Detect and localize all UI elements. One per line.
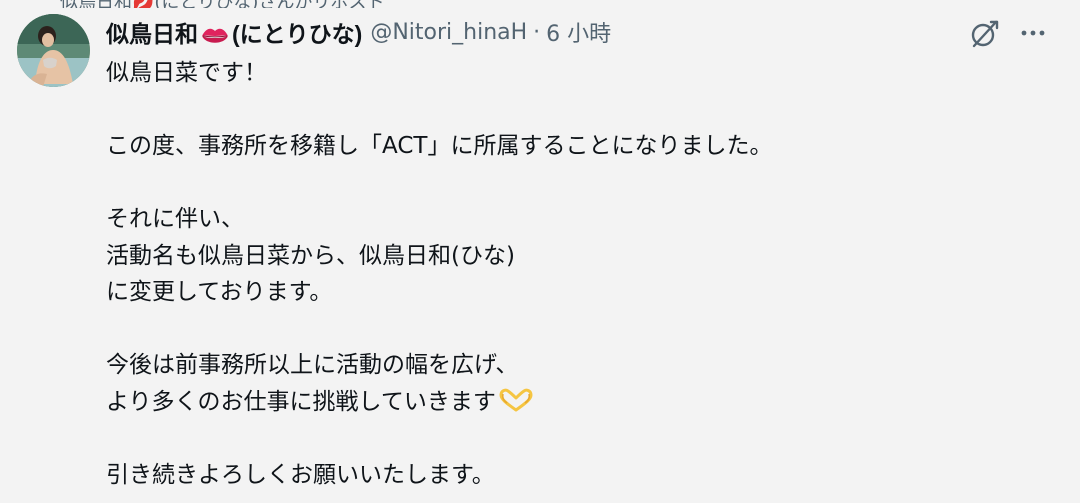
tweet-text-line: 活動名も似鳥日菜から、似鳥日和(ひな)	[106, 242, 515, 269]
kiss-lips-icon	[202, 28, 228, 43]
tweet-text-line: 今後は前事務所以上に活動の幅を広げ、	[106, 352, 519, 378]
separator-dot: ·	[533, 19, 541, 45]
display-name[interactable]: 似鳥日和 (にとりひな)	[106, 15, 362, 49]
grok-button[interactable]	[967, 17, 1001, 51]
social-context-text: 似鳥日和💋(にとりひな)さんがリポスト	[60, 0, 384, 8]
tweet-text-line: より多くのお仕事に挑戦していきます	[106, 388, 496, 415]
social-context: 似鳥日和💋(にとりひな)さんがリポスト	[0, 0, 1080, 8]
tweet-text: 似鳥日菜です！ この度、事務所を移籍し「ACT」に所属することになりました。 そ…	[106, 55, 1046, 493]
tweet-text-line	[106, 165, 1046, 202]
grok-icon	[971, 20, 999, 48]
avatar-photo	[17, 14, 90, 87]
tweet-text-line: 引き続きよろしくお願いいたします。	[106, 461, 495, 488]
handle[interactable]: @Nitori_hinaH	[370, 20, 527, 45]
more-button[interactable]	[1016, 17, 1050, 51]
heart-hands-icon	[499, 388, 533, 411]
display-name-part1: 似鳥日和	[106, 21, 198, 47]
tweet-text-line: この度、事務所を移籍し「ACT」に所属することになりました。	[106, 133, 773, 159]
more-dots-icon	[1021, 30, 1045, 36]
tweet-card[interactable]: 似鳥日和💋(にとりひな)さんがリポスト 似鳥日和 (にとりひな) @Nitori…	[0, 0, 1080, 503]
tweet-header: 似鳥日和 (にとりひな) @Nitori_hinaH · 6 小時	[106, 14, 611, 50]
tweet-text-line	[106, 311, 1046, 348]
tweet-text-line: 似鳥日菜です！	[106, 60, 267, 86]
tweet-text-line	[106, 92, 1046, 129]
tweet-text-line: に変更しております。	[106, 279, 333, 305]
tweet-text-line	[106, 420, 1046, 457]
avatar[interactable]	[17, 14, 90, 87]
tweet-text-line-with-emoji: より多くのお仕事に挑戦していきます	[106, 384, 1046, 421]
display-name-part2: (にとりひな)	[232, 21, 363, 47]
timestamp[interactable]: 6 小時	[546, 16, 611, 48]
tweet-text-line: それに伴い、	[106, 206, 244, 232]
